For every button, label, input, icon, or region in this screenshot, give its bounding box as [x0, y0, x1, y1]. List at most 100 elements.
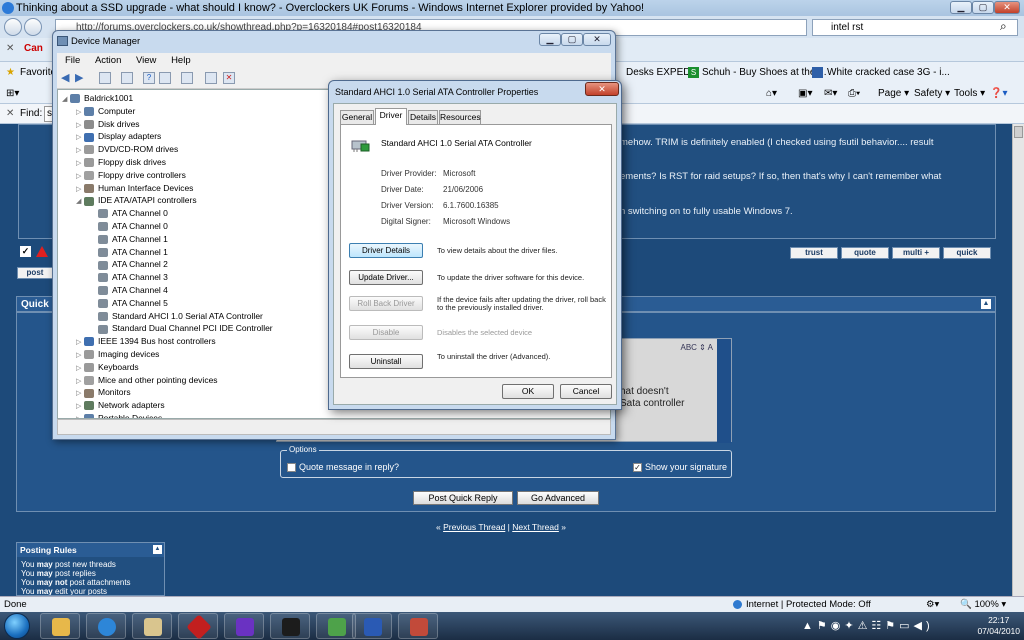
print-icon[interactable]: ⎙▾	[848, 84, 860, 104]
driver-details-button[interactable]: Driver Details	[349, 243, 423, 258]
uninstall-button[interactable]: Uninstall	[349, 354, 423, 369]
page-scrollbar[interactable]	[1012, 124, 1024, 596]
tree-item[interactable]: ▷ IEEE 1394 Bus host controllers	[76, 335, 216, 347]
scan-hardware-icon[interactable]	[181, 72, 193, 84]
taskbar-files[interactable]	[132, 613, 172, 639]
favorites-label[interactable]: Favorite	[20, 62, 56, 84]
tree-item[interactable]: ▷ Computer	[76, 105, 135, 117]
dm-horizontal-scrollbar[interactable]	[57, 419, 611, 435]
fav-link-white-case[interactable]: White cracked case 3G - i...	[827, 62, 950, 84]
update-driver-icon[interactable]	[205, 72, 217, 84]
post-quick-reply-button[interactable]: Post Quick Reply	[413, 491, 513, 505]
feeds-icon[interactable]: ▣▾	[798, 84, 812, 104]
menu-action[interactable]: Action	[95, 55, 121, 66]
protected-mode-icon[interactable]: ⚙▾	[926, 597, 939, 612]
computer-icon[interactable]	[99, 72, 111, 84]
quote-button[interactable]: quote	[841, 247, 889, 259]
help-icon[interactable]: ❓▾	[990, 84, 1007, 104]
start-button[interactable]	[4, 613, 30, 639]
disable-button[interactable]: Disable	[349, 325, 423, 340]
multi-quote-button[interactable]: multi +	[892, 247, 940, 259]
tree-item[interactable]: ATA Channel 1	[90, 233, 168, 245]
properties-close-button[interactable]: ✕	[585, 82, 619, 96]
post-button[interactable]: post	[17, 267, 53, 279]
rules-collapse-icon[interactable]: ▲	[153, 545, 162, 554]
tree-item[interactable]: ▷ Disk drives	[76, 118, 140, 130]
tree-item[interactable]: ▷ Keyboards	[76, 361, 139, 373]
tree-item[interactable]: ◢ IDE ATA/ATAPI controllers	[76, 194, 197, 206]
taskbar-explorer-folder[interactable]	[40, 613, 80, 639]
taskbar-word[interactable]	[352, 613, 392, 639]
tree-item[interactable]: Standard AHCI 1.0 Serial ATA Controller	[90, 310, 263, 322]
menu-help[interactable]: Help	[171, 55, 191, 66]
back-button[interactable]	[4, 18, 22, 36]
tree-root[interactable]: ◢ Baldrick1001	[62, 92, 133, 104]
quote-option[interactable]: Quote message in reply?	[287, 462, 399, 473]
minimize-button[interactable]: ▁	[950, 1, 972, 14]
maximize-button[interactable]: ▢	[972, 1, 994, 14]
tools-menu[interactable]: Tools ▾	[954, 84, 985, 104]
properties-icon[interactable]	[121, 72, 133, 84]
zoom-level[interactable]: 🔍 100% ▾	[960, 597, 1006, 612]
taskbar-network[interactable]	[316, 613, 356, 639]
quick-tabs-icon[interactable]: ⊞▾	[6, 84, 19, 104]
signature-option[interactable]: ✓ Show your signature	[633, 462, 727, 473]
report-icon[interactable]	[36, 246, 48, 257]
system-tray-icons[interactable]: ▲⚑◉✦⚠☷⚑▭◀)	[802, 619, 934, 632]
go-advanced-button[interactable]: Go Advanced	[517, 491, 599, 505]
dm-close-button[interactable]: ✕	[583, 33, 611, 46]
forward-button[interactable]	[24, 18, 42, 36]
scrollbar-thumb[interactable]	[1014, 126, 1023, 138]
taskbar-steam[interactable]	[270, 613, 310, 639]
close-find-icon[interactable]: ✕	[6, 104, 14, 124]
mail-icon[interactable]: ✉▾	[824, 84, 837, 104]
update-driver-button[interactable]: Update Driver...	[349, 270, 423, 285]
home-icon[interactable]: ⌂▾	[766, 84, 777, 104]
fav-link-schuh[interactable]: Schuh - Buy Shoes at the ...	[702, 62, 827, 84]
tree-item[interactable]: ▷ Imaging devices	[76, 348, 159, 360]
taskbar-app-purple[interactable]	[224, 613, 264, 639]
uninstall-icon[interactable]: ✕	[223, 72, 235, 84]
back-arrow-icon[interactable]: ◀	[61, 71, 69, 84]
page-menu[interactable]: Page ▾	[878, 84, 909, 104]
tree-item[interactable]: ▷ Human Interface Devices	[76, 182, 193, 194]
signature-checkbox[interactable]: ✓	[633, 463, 642, 473]
view-icon[interactable]	[159, 72, 171, 84]
dm-maximize-button[interactable]: ▢	[561, 33, 583, 46]
roll-back-driver-button[interactable]: Roll Back Driver	[349, 296, 423, 311]
close-button[interactable]: ✕	[994, 1, 1020, 14]
tree-item[interactable]: Standard Dual Channel PCI IDE Controller	[90, 322, 273, 334]
tree-item[interactable]: ATA Channel 2	[90, 258, 168, 270]
security-zone[interactable]: Internet | Protected Mode: Off	[746, 597, 871, 612]
tree-item[interactable]: ▷ Monitors	[76, 386, 131, 398]
tree-item[interactable]: ATA Channel 4	[90, 284, 168, 296]
trust-button[interactable]: trust	[790, 247, 838, 259]
tree-item[interactable]: ▷ Mice and other pointing devices	[76, 374, 218, 386]
tree-item[interactable]: ATA Channel 0	[90, 220, 168, 232]
ok-button[interactable]: OK	[502, 384, 554, 399]
taskbar-app-red[interactable]	[178, 613, 218, 640]
tab-general[interactable]: General	[340, 110, 374, 124]
next-thread-link[interactable]: Next Thread	[512, 522, 559, 532]
tree-item[interactable]: ▷ DVD/CD-ROM drives	[76, 143, 178, 155]
menu-view[interactable]: View	[136, 55, 156, 66]
clock[interactable]: 22:17 07/04/2010	[977, 615, 1020, 637]
close-tab-icon[interactable]: ✕	[6, 43, 14, 54]
safety-menu[interactable]: Safety ▾	[914, 84, 950, 104]
dm-minimize-button[interactable]: ▁	[539, 33, 561, 46]
collapse-icon[interactable]: ▲	[981, 299, 991, 309]
tree-item[interactable]: ATA Channel 3	[90, 271, 168, 283]
approve-icon[interactable]: ✓	[20, 246, 31, 257]
search-icon[interactable]: ⌕	[1000, 19, 1007, 34]
tree-item[interactable]: ▷ Network adapters	[76, 399, 165, 411]
tree-item[interactable]: ▷ Display adapters	[76, 130, 161, 142]
forward-arrow-icon[interactable]: ▶	[75, 71, 83, 84]
editor-tool-icons[interactable]: ABC ⇕ A	[681, 343, 714, 352]
tree-item[interactable]: ▷ Floppy drive controllers	[76, 169, 186, 181]
tree-item[interactable]: ▷ Floppy disk drives	[76, 156, 166, 168]
help-icon[interactable]: ?	[143, 72, 155, 84]
taskbar-device-manager[interactable]	[398, 613, 438, 639]
previous-thread-link[interactable]: Previous Thread	[443, 522, 505, 532]
search-input[interactable]: intel rst	[812, 19, 1018, 36]
tree-item[interactable]: ATA Channel 1	[90, 246, 168, 258]
